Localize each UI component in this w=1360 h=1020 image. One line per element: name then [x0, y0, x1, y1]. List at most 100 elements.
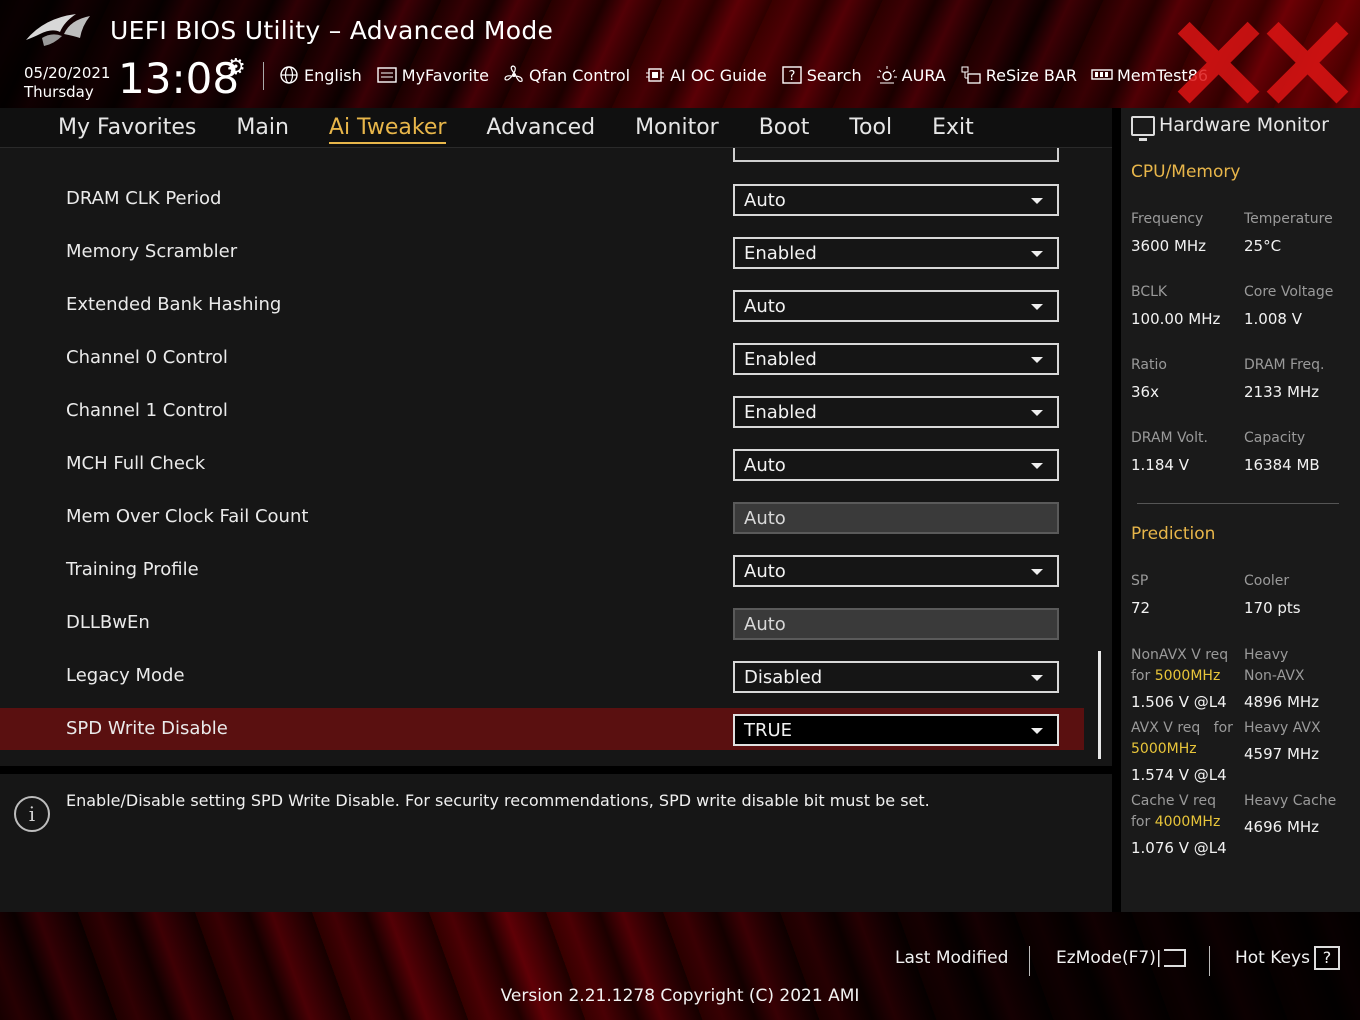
tab-my-favorites[interactable]: My Favorites	[58, 115, 196, 140]
app-title: UEFI BIOS Utility – Advanced Mode	[110, 16, 554, 45]
avx-value: 1.574 V @L4	[1131, 766, 1227, 784]
myfavorite-label: MyFavorite	[401, 65, 489, 85]
stat-label: Temperature	[1244, 211, 1333, 227]
dropdown-value: Auto	[744, 190, 786, 211]
setting-row-selected[interactable]: SPD Write Disable TRUE	[0, 708, 1084, 750]
dropdown-arrow-icon	[1031, 728, 1043, 734]
qfan-control-button[interactable]: Qfan Control	[503, 65, 630, 85]
setting-row[interactable]: Extended Bank Hashing Auto	[0, 284, 1084, 326]
setting-dropdown[interactable]: Auto	[733, 184, 1059, 216]
setting-row[interactable]: Legacy Mode Disabled	[0, 655, 1084, 697]
cpu-memory-title: CPU/Memory	[1131, 162, 1241, 182]
xx-watermark-icon: ✕✕	[1164, 0, 1360, 108]
search-label: Search	[806, 65, 862, 85]
resize-bar-button[interactable]: ReSize BAR	[960, 65, 1077, 85]
dropdown-value: Enabled	[744, 243, 817, 264]
setting-value-box-disabled: Auto	[733, 608, 1059, 640]
header-bar: UEFI BIOS Utility – Advanced Mode 05/20/…	[0, 0, 1360, 108]
setting-row[interactable]: Channel 1 Control Enabled	[0, 390, 1084, 432]
setting-dropdown[interactable]: Auto	[733, 449, 1059, 481]
dropdown-arrow-icon	[1031, 251, 1043, 257]
setting-row[interactable]: Training Profile Auto	[0, 549, 1084, 591]
stat-value: 2133 MHz	[1244, 383, 1320, 401]
nonavx-value: 1.506 V @L4	[1131, 693, 1227, 711]
stat-label: DRAM Volt.	[1131, 430, 1208, 446]
setting-label: Extended Bank Hashing	[66, 294, 282, 315]
tab-advanced[interactable]: Advanced	[486, 115, 595, 140]
stat-label: Capacity	[1244, 430, 1306, 446]
stat-value: 16384 MB	[1244, 456, 1320, 474]
chip-icon	[646, 68, 665, 82]
last-modified-button[interactable]: Last Modified	[895, 948, 1008, 968]
monitor-icon	[1131, 116, 1155, 141]
settings-scrollbar[interactable]	[1098, 651, 1101, 759]
stat-value: 100.00 MHz	[1131, 310, 1221, 328]
sp-label: SP	[1131, 573, 1149, 589]
setting-label: Legacy Mode	[66, 665, 185, 686]
tab-exit[interactable]: Exit	[932, 115, 974, 140]
header-toolbar: English MyFavorite Qfan Control AI OC Gu…	[278, 62, 1222, 88]
tab-tool[interactable]: Tool	[849, 115, 892, 140]
heavy-avx-value: 4597 MHz	[1244, 745, 1320, 763]
dropdown-arrow-icon	[1031, 675, 1043, 681]
tab-main[interactable]: Main	[236, 115, 289, 140]
aura-button[interactable]: AURA	[876, 65, 946, 85]
cache-label-line2: for 4000MHz	[1131, 812, 1220, 833]
partially-scrolled-dropdown[interactable]	[733, 148, 1059, 162]
setting-row: DLLBwEn Auto	[0, 602, 1084, 644]
clock-time: 13:08	[118, 54, 240, 103]
globe-icon	[280, 66, 298, 84]
search-button[interactable]: ? Search	[781, 65, 862, 85]
dropdown-arrow-icon	[1031, 410, 1043, 416]
stat-value: 3600 MHz	[1131, 237, 1207, 255]
exit-arrow-icon	[1163, 949, 1186, 967]
setting-dropdown[interactable]: TRUE	[733, 714, 1059, 746]
dropdown-arrow-icon	[1031, 463, 1043, 469]
myfavorite-button[interactable]: MyFavorite	[376, 65, 489, 85]
setting-row[interactable]: MCH Full Check Auto	[0, 443, 1084, 485]
dropdown-value: Auto	[744, 296, 786, 317]
avx-label-line1: AVX V req for	[1131, 718, 1233, 739]
heavy-avx-label: Heavy AVX	[1244, 720, 1321, 736]
footer-bar: Last Modified EzMode(F7)| Hot Keys? Vers…	[0, 912, 1360, 1020]
setting-label: Channel 0 Control	[66, 347, 228, 368]
cache-for: for	[1131, 814, 1151, 830]
dropdown-value: Auto	[744, 455, 786, 476]
hot-keys-button[interactable]: Hot Keys?	[1235, 946, 1340, 970]
dropdown-value: Auto	[744, 614, 786, 635]
fan-icon	[504, 65, 523, 83]
hardware-monitor-header: Hardware Monitor	[1121, 108, 1360, 148]
gear-icon[interactable]: ⚙	[226, 55, 246, 80]
resize-bar-label: ReSize BAR	[985, 65, 1077, 85]
setting-dropdown[interactable]: Auto	[733, 290, 1059, 322]
language-button[interactable]: English	[278, 65, 362, 85]
help-box-icon: ?	[781, 66, 802, 84]
footer-divider	[1209, 946, 1210, 976]
stat-label: Frequency	[1131, 211, 1204, 227]
setting-dropdown[interactable]: Disabled	[733, 661, 1059, 693]
setting-label: DLLBwEn	[66, 612, 150, 633]
setting-dropdown[interactable]: Enabled	[733, 396, 1059, 428]
setting-row[interactable]: Channel 0 Control Enabled	[0, 337, 1084, 379]
setting-dropdown[interactable]: Enabled	[733, 237, 1059, 269]
dropdown-arrow-icon	[1031, 357, 1043, 363]
svg-text:?: ?	[788, 69, 795, 84]
setting-value-box-disabled: Auto	[733, 502, 1059, 534]
avx-for: for	[1213, 720, 1233, 736]
cooler-value: 170 pts	[1244, 599, 1301, 617]
setting-label: MCH Full Check	[66, 453, 206, 474]
ai-oc-guide-button[interactable]: AI OC Guide	[644, 65, 767, 85]
stat-value: 1.184 V	[1131, 456, 1189, 474]
date-text: 05/20/2021	[24, 64, 111, 82]
setting-row[interactable]: Memory Scrambler Enabled	[0, 231, 1084, 273]
setting-row[interactable]: DRAM CLK Period Auto	[0, 178, 1084, 220]
tab-ai-tweaker[interactable]: Ai Tweaker	[328, 115, 446, 144]
cache-label: Cache V req for 4000MHz	[1131, 791, 1220, 833]
ezmode-button[interactable]: EzMode(F7)|	[1056, 948, 1186, 968]
rog-logo-icon	[26, 14, 90, 46]
setting-row: Mem Over Clock Fail Count Auto	[0, 496, 1084, 538]
tab-monitor[interactable]: Monitor	[635, 115, 719, 140]
tab-boot[interactable]: Boot	[759, 115, 810, 140]
setting-dropdown[interactable]: Auto	[733, 555, 1059, 587]
setting-dropdown[interactable]: Enabled	[733, 343, 1059, 375]
